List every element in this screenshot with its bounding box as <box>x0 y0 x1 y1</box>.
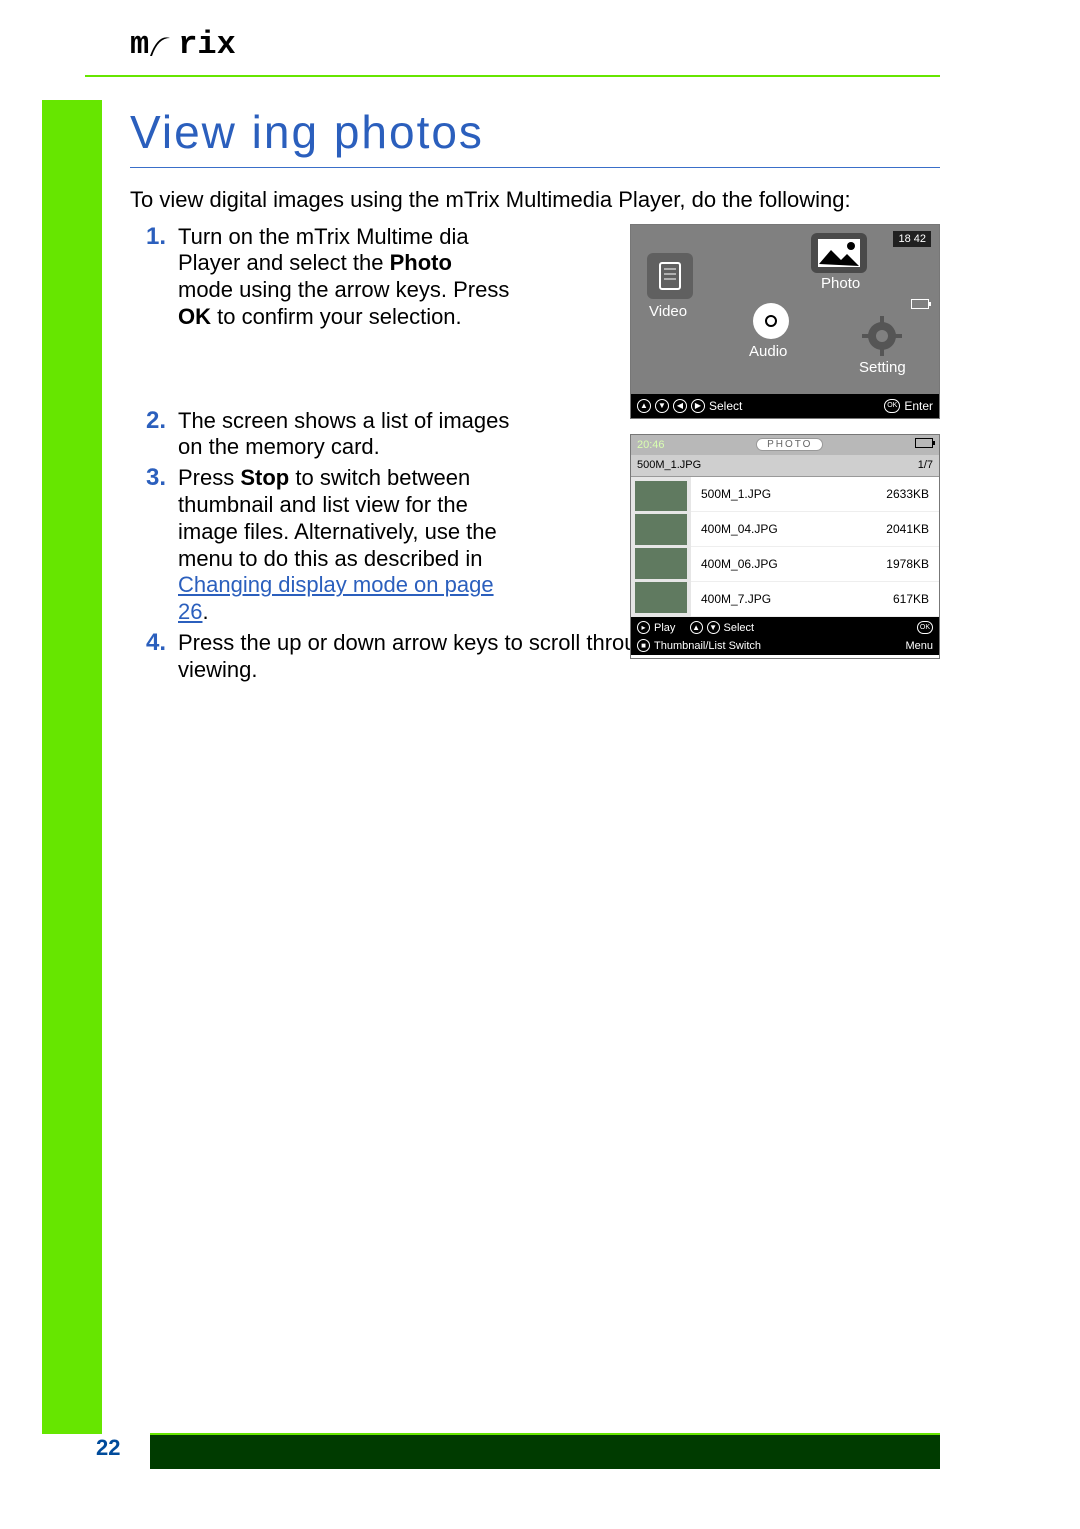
ok-icon: OK <box>884 399 900 413</box>
settings-gear-icon <box>859 313 905 359</box>
photo-icon <box>811 233 867 273</box>
file-row: 400M_06.JPG1978KB <box>691 547 939 582</box>
file-row: 500M_1.JPG2633KB <box>691 477 939 512</box>
content-area: View ing photos To view digital images u… <box>130 105 940 1399</box>
video-icon <box>647 253 693 299</box>
photo-label: Photo <box>821 275 860 292</box>
battery-icon <box>911 297 929 312</box>
mode-tag: PHOTO <box>756 438 823 451</box>
menu-hint-bar: ▲ ▼ ◀ ▶ Select OK Enter <box>631 394 939 418</box>
brand-logo: mrix <box>130 26 236 63</box>
thumbnail <box>635 514 687 545</box>
manual-page: mrix View ing photos To view digital ima… <box>0 0 1080 1529</box>
list-topbar: 20:46 PHOTO <box>631 435 939 455</box>
video-label: Video <box>649 303 687 320</box>
clock-label: 18 42 <box>893 231 931 247</box>
audio-label: Audio <box>749 343 787 360</box>
steps-wrap: 1. Turn on the mTrix Multime dia Player … <box>130 224 940 684</box>
page-number: 22 <box>96 1435 120 1461</box>
logo-swoosh-icon <box>148 32 178 58</box>
setting-label: Setting <box>859 359 906 376</box>
green-sidebar <box>42 100 102 1434</box>
ok-icon: OK <box>917 621 933 634</box>
step-2: 2. The screen shows a list of images on … <box>130 408 510 462</box>
thumbnail <box>635 548 687 579</box>
step-1: 1. Turn on the mTrix Multime dia Player … <box>130 224 510 404</box>
right-nav-icon: ▶ <box>691 399 705 413</box>
file-row: 400M_04.JPG2041KB <box>691 512 939 547</box>
list-hint-bar: ▸Play ▲▼Select OK ■Thumbnail/List Switch… <box>631 617 939 655</box>
intro-text: To view digital images using the mTrix M… <box>130 186 940 214</box>
down-icon: ▼ <box>655 399 669 413</box>
device-menu-screenshot: 18 42 Video Photo Audio Setting <box>630 224 940 419</box>
up-icon: ▲ <box>690 621 703 634</box>
clock-label: 20:46 <box>637 439 665 451</box>
file-row: 400M_7.JPG617KB <box>691 582 939 617</box>
current-file-label: 500M_1.JPG <box>637 459 701 471</box>
list-body: 500M_1.JPG2633KB 400M_04.JPG2041KB 400M_… <box>631 477 939 617</box>
device-list-screenshot: 20:46 PHOTO 500M_1.JPG 1/7 <box>630 434 940 659</box>
down-icon: ▼ <box>707 621 720 634</box>
page-title: View ing photos <box>130 105 940 168</box>
thumbnail <box>635 582 687 613</box>
file-rows: 500M_1.JPG2633KB 400M_04.JPG2041KB 400M_… <box>691 477 939 617</box>
footer-bar <box>150 1433 940 1469</box>
thumbnail-strip <box>631 477 691 617</box>
play-pause-icon: ▸ <box>637 621 650 634</box>
battery-icon <box>915 438 933 451</box>
counter-label: 1/7 <box>918 459 933 471</box>
left-nav-icon: ◀ <box>673 399 687 413</box>
changing-display-mode-link[interactable]: Changing display mode on page 26 <box>178 572 494 624</box>
header-rule <box>85 75 940 77</box>
thumbnail <box>635 481 687 512</box>
step-3: 3. Press Stop to switch between thumbnai… <box>130 465 510 626</box>
stop-icon: ■ <box>637 639 650 652</box>
up-icon: ▲ <box>637 399 651 413</box>
record-icon <box>753 303 789 339</box>
list-header: 500M_1.JPG 1/7 <box>631 455 939 477</box>
